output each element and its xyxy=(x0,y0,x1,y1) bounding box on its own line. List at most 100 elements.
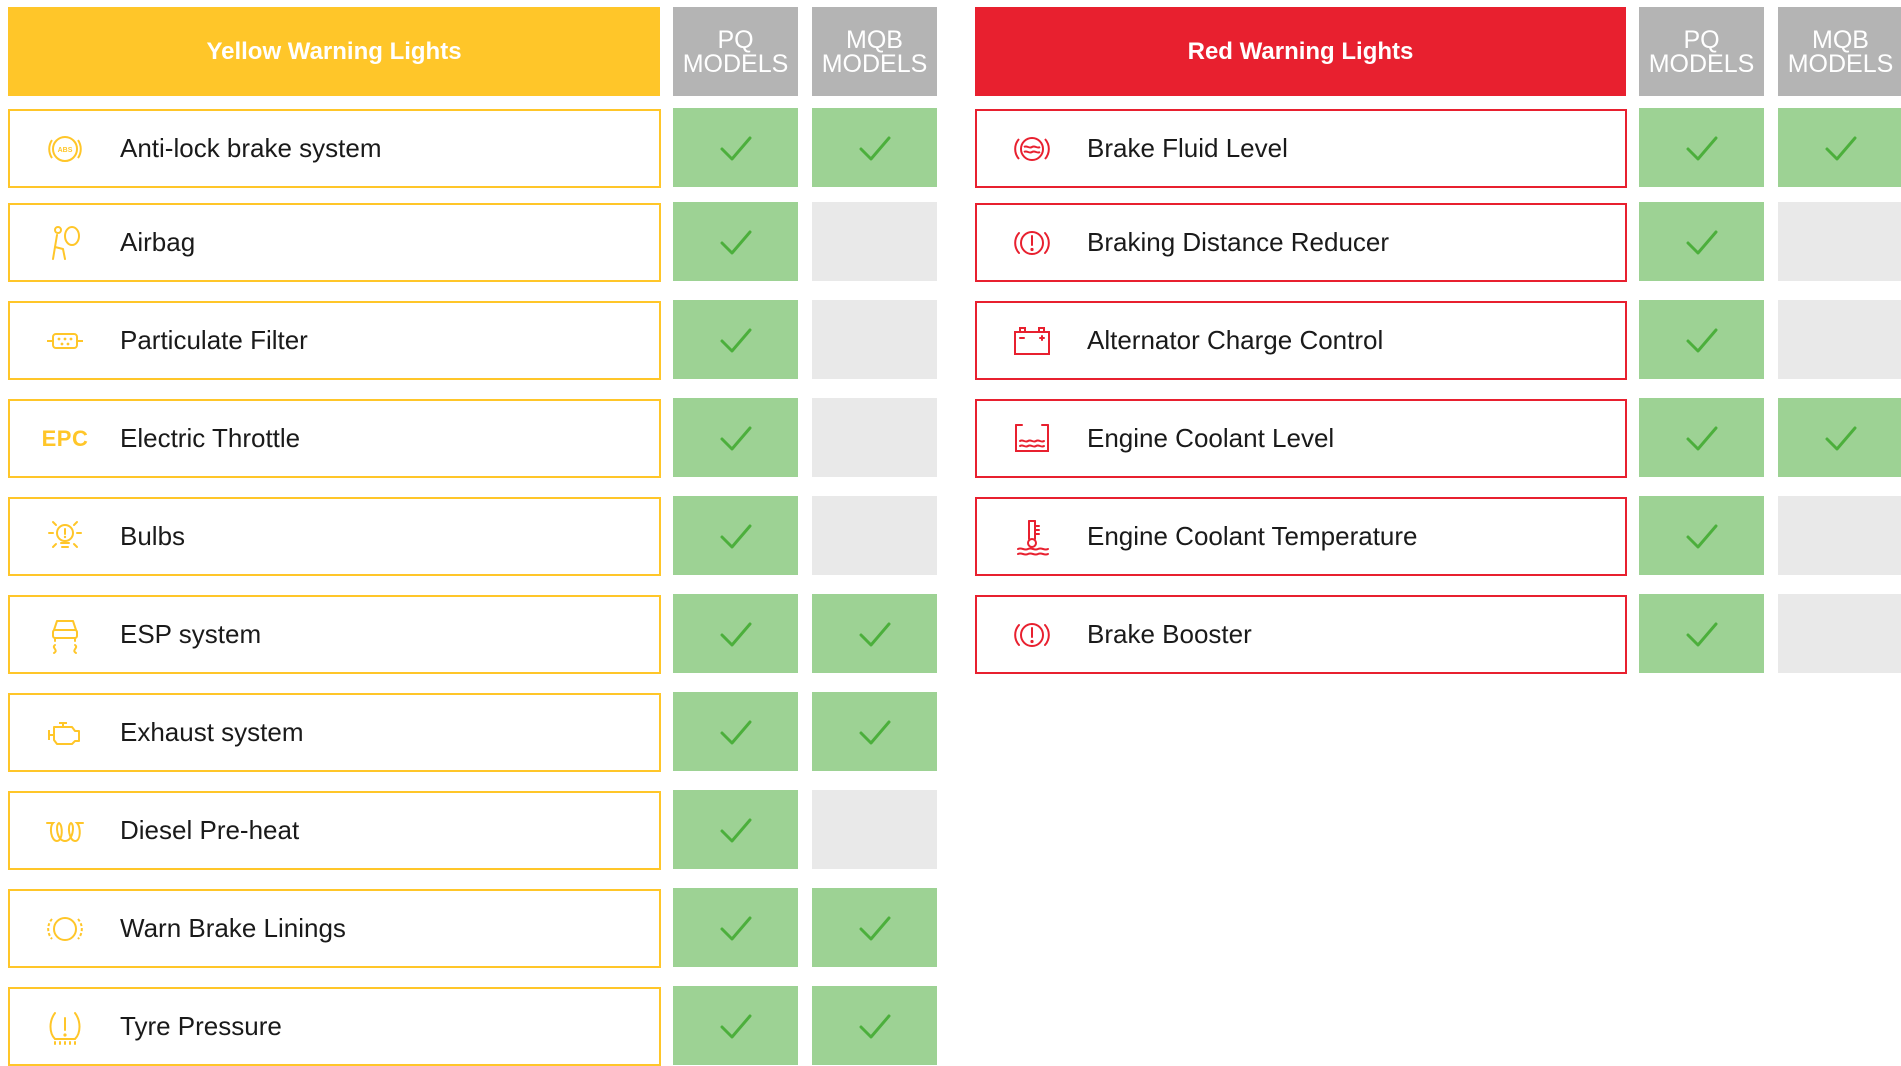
brake-lining-icon xyxy=(10,909,120,949)
particulate-filter-icon xyxy=(10,321,120,361)
yellow-mqb-cell xyxy=(812,594,937,673)
warning-row: ABS Anti-lock brake system xyxy=(8,109,661,188)
warning-row: EPC Electric Throttle xyxy=(8,399,661,478)
warning-label: Exhaust system xyxy=(120,717,304,747)
battery-icon xyxy=(977,321,1087,361)
yellow-pq-cell xyxy=(673,398,798,477)
yellow-mqb-cell xyxy=(812,300,937,379)
warning-row: Airbag xyxy=(8,203,661,282)
coolant-temperature-icon xyxy=(977,517,1087,557)
warning-row: Warn Brake Linings xyxy=(8,889,661,968)
mqb-header-line1: MQB xyxy=(846,25,903,54)
yellow-pq-cell xyxy=(673,986,798,1065)
yellow-pq-models-header: PQ MODELS xyxy=(673,7,798,96)
yellow-header-title: Yellow Warning Lights xyxy=(206,37,462,65)
check-icon xyxy=(1686,328,1717,352)
red-pq-cell xyxy=(1639,594,1764,673)
yellow-pq-cell xyxy=(673,594,798,673)
red-pq-cell xyxy=(1639,300,1764,379)
yellow-pq-cell xyxy=(673,108,798,187)
brake-booster-icon xyxy=(977,615,1087,655)
yellow-pq-cell xyxy=(673,300,798,379)
warning-row: Brake Booster xyxy=(975,595,1627,674)
glow-plug-icon xyxy=(10,811,120,851)
pq-header-line1: PQ xyxy=(717,25,754,54)
abs-icon: ABS xyxy=(10,129,120,169)
warning-label: Warn Brake Linings xyxy=(120,913,346,943)
check-icon xyxy=(859,916,890,940)
pq-header-line1: PQ xyxy=(1683,25,1720,54)
warning-label: Brake Fluid Level xyxy=(1087,133,1288,163)
yellow-pq-cell xyxy=(673,888,798,967)
check-icon xyxy=(720,230,751,254)
check-icon xyxy=(720,524,751,548)
warning-row: Engine Coolant Temperature xyxy=(975,497,1627,576)
warning-row: Bulbs xyxy=(8,497,661,576)
check-icon xyxy=(859,1014,890,1038)
brake-warning-icon xyxy=(977,223,1087,263)
warning-row: Diesel Pre-heat xyxy=(8,791,661,870)
yellow-mqb-models-header: MQB MODELS xyxy=(812,7,937,96)
pq-header-line2: MODELS xyxy=(682,49,789,78)
red-mqb-cell xyxy=(1778,594,1901,673)
engine-icon xyxy=(10,713,120,753)
mqb-header-line2: MODELS xyxy=(821,49,928,78)
warning-row: ESP system xyxy=(8,595,661,674)
brake-fluid-icon xyxy=(977,129,1087,169)
yellow-mqb-cell xyxy=(812,202,937,281)
mqb-header-line1: MQB xyxy=(1812,25,1869,54)
warning-label: Diesel Pre-heat xyxy=(120,815,300,845)
check-icon xyxy=(720,622,751,646)
yellow-mqb-cell xyxy=(812,888,937,967)
warning-label: Electric Throttle xyxy=(120,423,301,453)
red-pq-cell xyxy=(1639,202,1764,281)
airbag-icon xyxy=(10,223,120,263)
yellow-mqb-cell xyxy=(812,790,937,869)
check-icon xyxy=(720,720,751,744)
warning-label: Airbag xyxy=(120,227,196,257)
red-pq-cell xyxy=(1639,398,1764,477)
red-warning-lights-header: Red Warning Lights xyxy=(975,7,1626,96)
check-icon xyxy=(859,720,890,744)
check-icon xyxy=(720,328,751,352)
yellow-mqb-cell xyxy=(812,692,937,771)
check-icon xyxy=(720,426,751,450)
warning-row: Exhaust system xyxy=(8,693,661,772)
yellow-pq-cell xyxy=(673,790,798,869)
warning-row: Alternator Charge Control xyxy=(975,301,1627,380)
yellow-mqb-cell xyxy=(812,986,937,1065)
yellow-pq-cell xyxy=(673,496,798,575)
check-icon xyxy=(859,136,890,160)
warning-label: Engine Coolant Temperature xyxy=(1087,521,1418,551)
red-pq-cell xyxy=(1639,496,1764,575)
check-icon xyxy=(1686,524,1717,548)
red-header-title: Red Warning Lights xyxy=(1187,37,1414,65)
warning-label: Braking Distance Reducer xyxy=(1087,227,1390,257)
yellow-warning-lights-header: Yellow Warning Lights xyxy=(8,7,660,96)
warning-label: ESP system xyxy=(120,619,262,649)
esp-icon xyxy=(10,615,120,655)
warning-row: Braking Distance Reducer xyxy=(975,203,1627,282)
red-pq-models-header: PQ MODELS xyxy=(1639,7,1764,96)
coolant-level-icon xyxy=(977,419,1087,459)
check-icon xyxy=(720,136,751,160)
warning-label: Anti-lock brake system xyxy=(120,133,382,163)
check-icon xyxy=(1825,426,1856,450)
check-icon xyxy=(859,622,890,646)
epc-icon-text: EPC xyxy=(41,425,89,451)
check-icon xyxy=(1825,136,1856,160)
svg-text:ABS: ABS xyxy=(58,147,73,154)
warning-label: Brake Booster xyxy=(1087,619,1252,649)
warning-row: Tyre Pressure xyxy=(8,987,661,1066)
check-icon xyxy=(720,916,751,940)
yellow-pq-cell xyxy=(673,692,798,771)
mqb-header-line2: MODELS xyxy=(1787,49,1894,78)
warning-row: Engine Coolant Level xyxy=(975,399,1627,478)
warning-row: Brake Fluid Level xyxy=(975,109,1627,188)
yellow-mqb-cell xyxy=(812,398,937,477)
warning-label: Particulate Filter xyxy=(120,325,308,355)
warning-label: Bulbs xyxy=(120,521,186,551)
tyre-pressure-icon xyxy=(10,1007,120,1047)
warning-label: Tyre Pressure xyxy=(120,1011,282,1041)
yellow-pq-cell xyxy=(673,202,798,281)
